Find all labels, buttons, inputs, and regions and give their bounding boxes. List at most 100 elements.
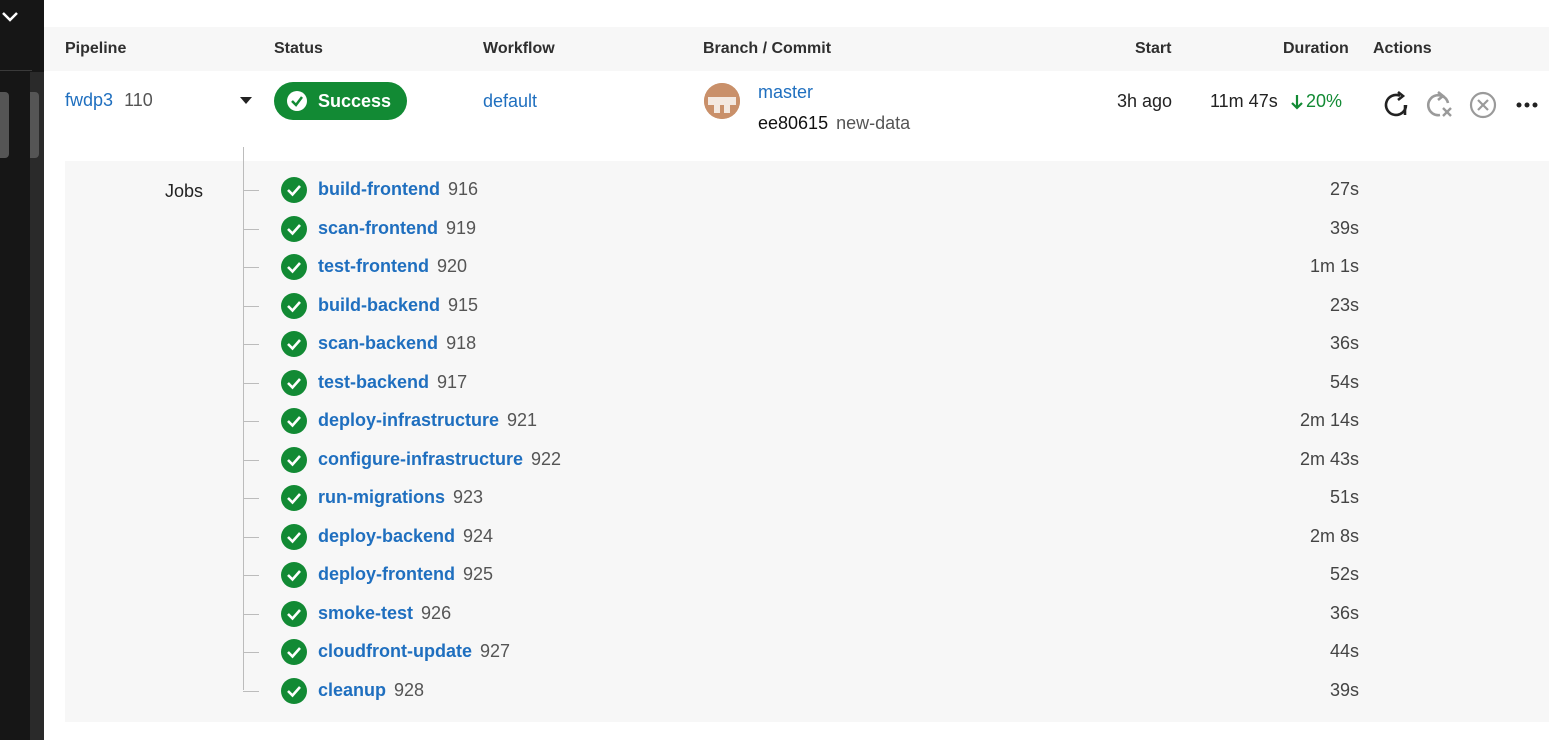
job-duration: 51s bbox=[1329, 487, 1359, 507]
job-number: 926 bbox=[421, 603, 452, 623]
job-name-link[interactable]: deploy-backend 924 bbox=[318, 526, 493, 547]
job-name[interactable]: build-frontend bbox=[318, 179, 440, 199]
job-number: 924 bbox=[463, 526, 494, 546]
tree-tick bbox=[243, 306, 259, 307]
status-badge[interactable]: Success bbox=[274, 82, 407, 120]
success-check-icon bbox=[281, 293, 307, 319]
tree-tick bbox=[243, 460, 259, 461]
header-duration: Duration bbox=[1283, 40, 1349, 57]
branch-link[interactable]: master bbox=[758, 82, 813, 103]
job-name[interactable]: cleanup bbox=[318, 680, 386, 700]
job-name-link[interactable]: cloudfront-update 927 bbox=[318, 641, 510, 662]
job-duration: 1m 1s bbox=[1309, 256, 1359, 276]
job-name[interactable]: scan-backend bbox=[318, 333, 438, 353]
tree-tick bbox=[243, 190, 259, 191]
job-number: 915 bbox=[448, 295, 479, 315]
job-name[interactable]: scan-frontend bbox=[318, 218, 438, 238]
job-name-link[interactable]: scan-backend 918 bbox=[318, 333, 476, 354]
success-check-icon bbox=[281, 524, 307, 550]
cancel-icon[interactable] bbox=[1467, 89, 1499, 121]
tree-tick bbox=[243, 691, 259, 692]
tree-tick bbox=[243, 344, 259, 345]
header-workflow: Workflow bbox=[483, 40, 555, 57]
job-number: 917 bbox=[437, 372, 468, 392]
job-name-link[interactable]: build-backend 915 bbox=[318, 295, 478, 316]
job-number: 920 bbox=[437, 256, 468, 276]
chevron-down-icon[interactable] bbox=[0, 6, 22, 28]
scrollbar-thumb[interactable] bbox=[30, 92, 39, 158]
job-duration: 36s bbox=[1329, 603, 1359, 623]
scrollbar[interactable] bbox=[30, 72, 44, 740]
tree-tick bbox=[243, 537, 259, 538]
avatar bbox=[704, 83, 740, 119]
job-name-link[interactable]: scan-frontend 919 bbox=[318, 218, 476, 239]
tree-tick bbox=[243, 383, 259, 384]
job-name[interactable]: deploy-backend bbox=[318, 526, 455, 546]
commit-message: new-data bbox=[836, 113, 911, 133]
job-number: 916 bbox=[447, 179, 479, 199]
tree-tick bbox=[243, 614, 259, 615]
job-row: build-backend 915 23s bbox=[243, 287, 1549, 325]
job-row: scan-backend 918 36s bbox=[243, 325, 1549, 363]
header-start: Start bbox=[1135, 40, 1172, 57]
job-name-link[interactable]: build-frontend 916 bbox=[318, 179, 478, 200]
job-name-link[interactable]: test-frontend 920 bbox=[318, 256, 467, 277]
job-name[interactable]: deploy-infrastructure bbox=[318, 410, 499, 430]
header-actions: Actions bbox=[1373, 40, 1432, 57]
success-check-icon bbox=[281, 177, 307, 203]
job-name[interactable]: test-backend bbox=[318, 372, 429, 392]
job-row: build-frontend 916 27s bbox=[243, 171, 1549, 209]
commit-info: ee80615 new-data bbox=[758, 113, 910, 134]
table-header: Pipeline Status Workflow Branch / Commit… bbox=[44, 27, 1549, 71]
job-number: 922 bbox=[531, 449, 562, 469]
tree-tick bbox=[243, 498, 259, 499]
rerun-icon[interactable] bbox=[1380, 89, 1412, 121]
job-number: 925 bbox=[463, 564, 494, 584]
success-check-icon bbox=[281, 678, 307, 704]
jobs-panel: Jobs build-frontend 916 27s scan-frontend… bbox=[65, 147, 1549, 722]
sidebar-scroll-thumb[interactable] bbox=[0, 92, 9, 158]
job-duration: 2m 14s bbox=[1299, 410, 1359, 430]
success-check-icon bbox=[281, 216, 307, 242]
rerun-failed-icon[interactable] bbox=[1424, 89, 1456, 121]
job-row: test-backend 917 54s bbox=[243, 364, 1549, 402]
sidebar-divider bbox=[0, 70, 32, 71]
job-name[interactable]: configure-infrastructure bbox=[318, 449, 523, 469]
job-name-link[interactable]: deploy-frontend 925 bbox=[318, 564, 493, 585]
arrow-down-icon bbox=[1291, 95, 1303, 110]
job-number: 928 bbox=[394, 680, 425, 700]
job-name-link[interactable]: test-backend 917 bbox=[318, 372, 467, 393]
header-pipeline: Pipeline bbox=[65, 40, 127, 57]
job-duration: 39s bbox=[1329, 218, 1359, 238]
duration-change: 20% bbox=[1306, 91, 1343, 111]
workflow-link[interactable]: default bbox=[483, 91, 537, 112]
job-name[interactable]: cloudfront-update bbox=[318, 641, 472, 661]
job-name-link[interactable]: run-migrations 923 bbox=[318, 487, 483, 508]
job-name-link[interactable]: smoke-test 926 bbox=[318, 603, 451, 624]
duration-value: 11m 47s bbox=[1210, 91, 1278, 111]
job-name[interactable]: smoke-test bbox=[318, 603, 413, 623]
job-duration: 23s bbox=[1329, 295, 1359, 315]
job-name[interactable]: deploy-frontend bbox=[318, 564, 455, 584]
expand-caret-icon[interactable] bbox=[240, 97, 252, 105]
success-check-icon bbox=[281, 370, 307, 396]
start-time: 3h ago bbox=[1117, 91, 1173, 111]
success-check-icon bbox=[281, 408, 307, 434]
status-label: Success bbox=[318, 91, 392, 111]
commit-hash[interactable]: ee80615 bbox=[758, 113, 828, 133]
job-name-link[interactable]: configure-infrastructure 922 bbox=[318, 449, 561, 470]
header-branch-commit: Branch / Commit bbox=[703, 40, 832, 57]
job-name[interactable]: build-backend bbox=[318, 295, 440, 315]
job-row: run-migrations 923 51s bbox=[243, 479, 1549, 517]
job-name[interactable]: test-frontend bbox=[318, 256, 429, 276]
job-name[interactable]: run-migrations bbox=[318, 487, 445, 507]
job-number: 921 bbox=[507, 410, 538, 430]
job-name-link[interactable]: cleanup 928 bbox=[318, 680, 424, 701]
job-duration: 54s bbox=[1329, 372, 1359, 392]
job-duration: 39s bbox=[1329, 680, 1359, 700]
more-options-icon[interactable] bbox=[1511, 89, 1543, 121]
pipeline-project-link[interactable]: fwdp3 bbox=[65, 90, 113, 110]
success-check-icon bbox=[281, 447, 307, 473]
job-name-link[interactable]: deploy-infrastructure 921 bbox=[318, 410, 537, 431]
avatar-image bbox=[704, 83, 740, 119]
